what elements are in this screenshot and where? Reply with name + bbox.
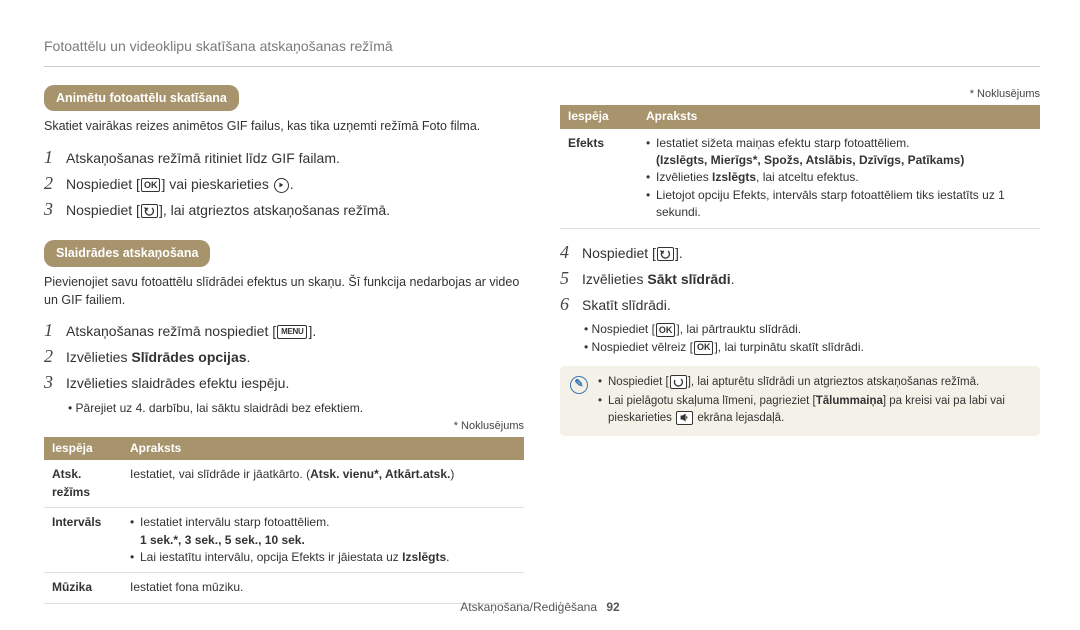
list-item: Lietojot opciju Efekts, intervāls starp …	[646, 187, 1032, 222]
section-b-title: Slaidrādes atskaņošana	[44, 240, 210, 266]
step-text: Skatīt slīdrādi.	[582, 295, 1040, 315]
text-bold: 1 sek.*, 3 sek., 5 sek., 10 sek.	[140, 533, 305, 547]
step-text: Atskaņošanas režīmā nospiediet [MENU].	[66, 321, 524, 341]
table-row: Intervāls Iestatiet intervālu starp foto…	[44, 508, 524, 573]
text-bold: Izslēgts	[402, 550, 446, 564]
cell-desc: Iestatiet intervālu starp fotoattēliem. …	[122, 508, 524, 573]
cell-label: Efekts	[560, 129, 638, 228]
right-column: * Noklusējums Iespēja Apraksts Efekts Ie…	[560, 85, 1040, 607]
ok-icon: OK	[141, 178, 161, 192]
step-text: Nospiediet [].	[582, 243, 1040, 263]
header-rule	[44, 66, 1040, 67]
th-desc: Apraksts	[122, 437, 524, 460]
step-b1: 1 Atskaņošanas režīmā nospiediet [MENU].	[44, 321, 524, 341]
text-bold: Izslēgts	[712, 170, 756, 184]
step-a1: 1 Atskaņošanas režīmā ritiniet līdz GIF …	[44, 148, 524, 168]
step-number: 5	[560, 269, 582, 289]
step-number: 3	[44, 200, 66, 220]
step-6-sub: Nospiediet [OK], lai pārtrauktu slīdrādi…	[580, 321, 1040, 356]
ok-icon: OK	[656, 323, 676, 337]
table-row: Efekts Iestatiet sižeta maiņas efektu st…	[560, 129, 1040, 228]
table-row: Atsk. režīms Iestatiet, vai slīdrāde ir …	[44, 460, 524, 507]
list-item: Nospiediet [OK], lai pārtrauktu slīdrādi…	[584, 321, 1040, 338]
play-circle-icon	[274, 178, 289, 193]
breadcrumb-header: Fotoattēlu un videoklipu skatīšana atska…	[44, 36, 1040, 56]
text-bold: Tālummaiņa	[816, 395, 883, 407]
step-number: 2	[44, 347, 66, 367]
text-bold: Sākt slīdrādi	[647, 271, 730, 287]
step-a3: 3 Nospiediet [], lai atgrieztos atskaņoš…	[44, 200, 524, 220]
cell-desc: Iestatiet, vai slīdrāde ir jāatkārto. (A…	[122, 460, 524, 507]
back-icon	[657, 247, 674, 261]
cell-desc: Iestatiet sižeta maiņas efektu starp fot…	[638, 129, 1040, 228]
step-b2: 2 Izvēlieties Slīdrādes opcijas.	[44, 347, 524, 367]
text: , lai atceltu efektus.	[756, 170, 859, 184]
text-bold: Atsk. vienu*, Atkārt.atsk.	[310, 467, 450, 481]
text: )	[450, 467, 454, 481]
default-note-left: * Noklusējums	[44, 419, 524, 435]
list-item: Nospiediet vēlreiz [OK], lai turpinātu s…	[584, 339, 1040, 356]
text-bold: (Izslēgts, Mierīgs*, Spožs, Atslābis, Dz…	[656, 153, 964, 167]
text: Iestatiet, vai slīdrāde ir jāatkārto. (	[130, 467, 310, 481]
text: Izvēlieties	[582, 271, 647, 287]
left-column: Animētu fotoattēlu skatīšana Skatiet vai…	[44, 85, 524, 607]
list-item: Pārejiet uz 4. darbību, lai sāktu slaidr…	[68, 400, 524, 417]
section-a-title: Animētu fotoattēlu skatīšana	[44, 85, 239, 111]
ok-icon: OK	[694, 341, 714, 355]
list-item: Izvēlieties Izslēgts, lai atceltu efektu…	[646, 169, 1032, 186]
step-b3-sub: Pārejiet uz 4. darbību, lai sāktu slaidr…	[64, 400, 524, 417]
step-text: Izvēlieties Slīdrādes opcijas.	[66, 347, 524, 367]
step-text: Atskaņošanas režīmā ritiniet līdz GIF fa…	[66, 148, 524, 168]
th-option: Iespēja	[560, 105, 638, 128]
back-icon	[670, 375, 687, 389]
step-text: Izvēlieties slaidrādes efektu iespēju.	[66, 373, 524, 393]
step-text: Izvēlieties Sākt slīdrādi.	[582, 269, 1040, 289]
step-text: Nospiediet [OK] vai pieskarieties .	[66, 174, 524, 194]
text: Lai pielāgotu skaļuma līmeni, pagrieziet…	[608, 395, 816, 407]
step-number: 1	[44, 321, 66, 341]
section-b-lead: Pievienojiet savu fotoattēlu slīdrādei e…	[44, 273, 524, 309]
list-item: Iestatiet sižeta maiņas efektu starp fot…	[646, 135, 1032, 170]
options-table-right: Iespēja Apraksts Efekts Iestatiet sižeta…	[560, 105, 1040, 228]
th-option: Iespēja	[44, 437, 122, 460]
text: .	[446, 550, 449, 564]
info-icon: ✎	[570, 376, 588, 394]
text-bold: Slīdrādes opcijas	[131, 349, 246, 365]
page-footer: Atskaņošana/Rediģēšana 92	[0, 599, 1080, 616]
note-item: Nospiediet [], lai apturētu slīdrādi un …	[598, 374, 1030, 391]
note-item: Lai pielāgotu skaļuma līmeni, pagrieziet…	[598, 393, 1030, 426]
cell-label: Atsk. režīms	[44, 460, 122, 507]
step-number: 3	[44, 373, 66, 393]
options-table-left: Iespēja Apraksts Atsk. režīms Iestatiet,…	[44, 437, 524, 604]
text: Izvēlieties	[66, 349, 131, 365]
text: Iestatiet sižeta maiņas efektu starp fot…	[656, 136, 909, 150]
step-number: 2	[44, 174, 66, 194]
text: Lai iestatītu intervālu, opcija Efekts i…	[140, 550, 402, 564]
step-text: Nospiediet [], lai atgrieztos atskaņošan…	[66, 200, 524, 220]
step-5: 5 Izvēlieties Sākt slīdrādi.	[560, 269, 1040, 289]
footer-section: Atskaņošana/Rediģēšana	[460, 600, 597, 614]
page-number: 92	[606, 600, 619, 614]
list-item: Iestatiet intervālu starp fotoattēliem. …	[130, 514, 516, 549]
list-item: Lai iestatītu intervālu, opcija Efekts i…	[130, 549, 516, 566]
text: Izvēlieties	[656, 170, 712, 184]
speaker-icon	[676, 411, 693, 425]
back-icon	[141, 204, 158, 218]
step-a2: 2 Nospiediet [OK] vai pieskarieties .	[44, 174, 524, 194]
step-number: 6	[560, 295, 582, 315]
step-b3: 3 Izvēlieties slaidrādes efektu iespēju.	[44, 373, 524, 393]
menu-icon: MENU	[277, 325, 307, 339]
cell-label: Intervāls	[44, 508, 122, 573]
th-desc: Apraksts	[638, 105, 1040, 128]
text: Iestatiet intervālu starp fotoattēliem.	[140, 515, 329, 529]
step-4: 4 Nospiediet [].	[560, 243, 1040, 263]
note-box: ✎ Nospiediet [], lai apturētu slīdrādi u…	[560, 366, 1040, 436]
step-number: 4	[560, 243, 582, 263]
step-number: 1	[44, 148, 66, 168]
step-6: 6 Skatīt slīdrādi.	[560, 295, 1040, 315]
section-a-lead: Skatiet vairākas reizes animētos GIF fai…	[44, 117, 524, 135]
default-note-right: * Noklusējums	[560, 87, 1040, 103]
text: ekrāna lejasdaļā.	[694, 412, 784, 424]
